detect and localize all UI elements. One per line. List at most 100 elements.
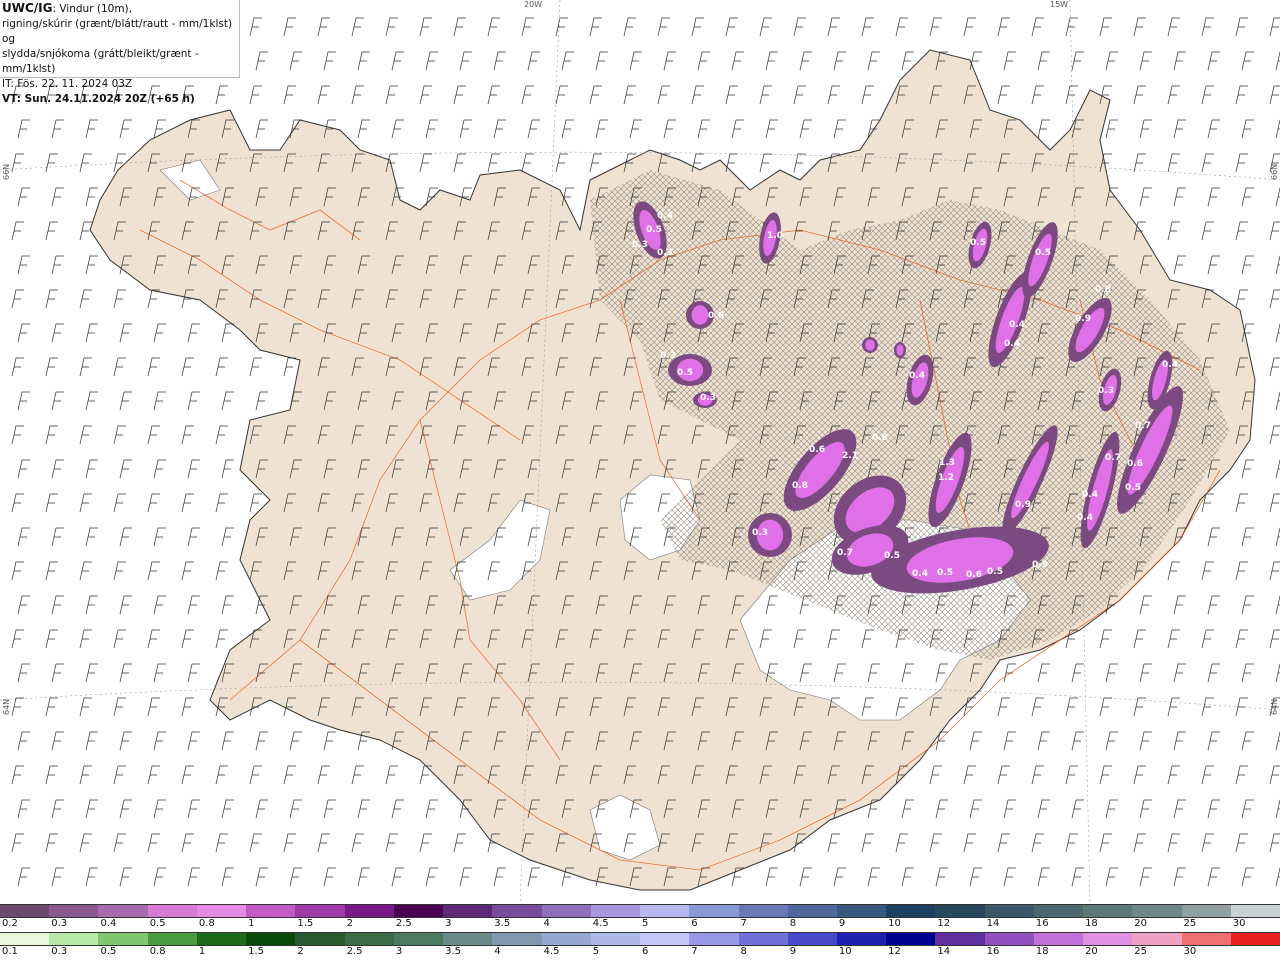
legend-tick-label: 9 bbox=[789, 946, 797, 957]
precip-value-label: 0.3 bbox=[632, 240, 648, 250]
precip-value-label: 0.5 bbox=[1125, 483, 1141, 493]
legend-swatch bbox=[689, 905, 739, 917]
legend-tick-label: 9 bbox=[838, 918, 846, 929]
legend-swatch bbox=[590, 905, 641, 917]
legend-swatch bbox=[1132, 905, 1182, 917]
legend-tick-label: 20 bbox=[1085, 946, 1098, 957]
precip-value-label: 0.6 bbox=[966, 570, 982, 580]
legend-tick-label: 30 bbox=[1232, 918, 1246, 929]
lat-label-64n-left: 64N bbox=[2, 698, 11, 715]
legend-swatch bbox=[590, 933, 641, 945]
legend-rain-ticks: 0.1 0.3 0.5 0.8 1 1.5 2 2.5 3 3.5 4 4.5 5 6 7 8 9 10 12 14 1… bbox=[0, 946, 1280, 960]
legend-swatch bbox=[443, 933, 493, 945]
legend-swatch bbox=[344, 933, 394, 945]
legend-swatch bbox=[295, 905, 345, 917]
legend-tick-label: 1.5 bbox=[248, 946, 265, 957]
legend-swatch bbox=[1083, 933, 1133, 945]
precip-value-label: 0.5 bbox=[987, 567, 1003, 577]
precip-value-label: 0.4 bbox=[1004, 339, 1020, 349]
legend-tick-label: 7 bbox=[740, 918, 747, 929]
legend-swatch bbox=[541, 933, 591, 945]
precip-value-label: 0.9 bbox=[1075, 314, 1091, 324]
legend-tick-label: 6 bbox=[642, 946, 649, 957]
legend-swatch bbox=[541, 905, 591, 917]
legend-swatch bbox=[984, 905, 1034, 917]
legend-tick-label: 1.5 bbox=[297, 918, 314, 929]
legend-swatch bbox=[787, 933, 837, 945]
legend-tick-label: 0.3 bbox=[51, 918, 68, 929]
precip-value-label: 0.4 bbox=[1077, 513, 1093, 523]
precip-value-label: 0.7 bbox=[1105, 453, 1121, 463]
legend-swatch bbox=[1230, 933, 1280, 945]
weather-map: 0.4 0.5 0.3 0.3 1.0 0.6 0.5 0.3 0.3 0.5 0.5 0.4 0.4 0… bbox=[0, 0, 1280, 905]
legend-tick-label: 12 bbox=[937, 918, 951, 929]
legend-tick-label: 8 bbox=[789, 918, 797, 929]
legend-tick-label: 4.5 bbox=[543, 946, 560, 957]
legend-tick-label: 0.5 bbox=[100, 946, 117, 957]
legend-swatch bbox=[886, 933, 936, 945]
legend-swatch bbox=[98, 905, 148, 917]
legend-swatch bbox=[147, 905, 197, 917]
legend-tick-label: 20 bbox=[1134, 918, 1148, 929]
map-info-box: UWC/IG: Vindur (10m), rigning/skúrir (gr… bbox=[0, 0, 240, 105]
wind-label: : Vindur (10m), bbox=[52, 3, 132, 15]
legend-tick-label: 4 bbox=[494, 946, 501, 957]
precip-blob-inner bbox=[865, 339, 875, 351]
legend-swatch bbox=[393, 905, 444, 917]
legend-tick-label: 3.5 bbox=[494, 918, 511, 929]
precip-value-label: 0.5 bbox=[646, 225, 662, 235]
precip-value-label: 0.5 bbox=[677, 368, 693, 378]
precip-value-label: 0.4 bbox=[912, 569, 928, 579]
precip-value-label: 0.5 bbox=[1035, 248, 1051, 258]
legend-tick-label: 2 bbox=[297, 946, 304, 957]
legend-swatch bbox=[836, 933, 887, 945]
legend-swatch bbox=[640, 905, 690, 917]
legend-tick-label: 0.8 bbox=[149, 946, 166, 957]
legend-swatch bbox=[147, 933, 197, 945]
legend-swatch bbox=[246, 933, 296, 945]
legend-tick-label: 0.3 bbox=[51, 946, 68, 957]
legend-swatch bbox=[492, 905, 542, 917]
precip-value-label: 0.3 bbox=[752, 528, 768, 538]
precip-value-label: 0.6 bbox=[809, 445, 825, 455]
precip-value-label: 0.4 bbox=[1162, 360, 1178, 370]
legend-swatch bbox=[246, 905, 296, 917]
precip-value-label: 0.8 bbox=[872, 433, 888, 443]
precip-value-label: 0.7 bbox=[837, 548, 853, 558]
precip-value-label: 0.4 bbox=[1082, 490, 1098, 500]
legend-tick-label: 10 bbox=[888, 918, 901, 929]
legend-tick-label: 4.5 bbox=[592, 918, 609, 929]
precip-value-label: 0.4 bbox=[1009, 320, 1025, 330]
legend-swatch bbox=[738, 905, 788, 917]
precip-blob-inner bbox=[691, 305, 709, 325]
legend-tick-label: 14 bbox=[986, 918, 1000, 929]
precip-value-label: 0.9 bbox=[1015, 500, 1031, 510]
legend-tick-label: 7 bbox=[691, 946, 698, 957]
legend-swatch bbox=[1181, 905, 1231, 917]
legend-tick-label: 4 bbox=[543, 918, 550, 929]
precip-value-label: 1.2 bbox=[938, 473, 954, 483]
precip-value-label: 0.3 bbox=[657, 248, 673, 258]
precip-value-label: 0.3 bbox=[700, 393, 716, 403]
legend-tick-label: 18 bbox=[1035, 946, 1049, 957]
legend-tick-label: 16 bbox=[1035, 918, 1049, 929]
lat-label-64n-right: 64N bbox=[1270, 698, 1279, 715]
legend-swatch bbox=[1230, 905, 1280, 917]
info-line-1: UWC/IG: Vindur (10m), bbox=[2, 1, 237, 17]
legend-swatch bbox=[836, 905, 887, 917]
precip-value-label: 0.9 bbox=[1032, 560, 1048, 570]
legend-swatch bbox=[295, 933, 345, 945]
legend-swatch bbox=[1083, 905, 1133, 917]
legend-tick-label: 14 bbox=[937, 946, 951, 957]
legend-swatch bbox=[1181, 933, 1231, 945]
legend-tick-label: 2.5 bbox=[346, 946, 363, 957]
lat-label-66n-left: 66N bbox=[2, 163, 11, 180]
precip-value-label: 0.5 bbox=[884, 551, 900, 561]
precip-value-label: 0.6 bbox=[1127, 459, 1143, 469]
legend-snow-colorbar bbox=[0, 904, 1280, 918]
legend-swatch bbox=[196, 905, 247, 917]
legend-swatch bbox=[935, 933, 985, 945]
legend-tick-label: 25 bbox=[1183, 918, 1197, 929]
precip-value-label: 0.8 bbox=[792, 481, 808, 491]
lon-label-15w: 15W bbox=[1050, 0, 1069, 9]
